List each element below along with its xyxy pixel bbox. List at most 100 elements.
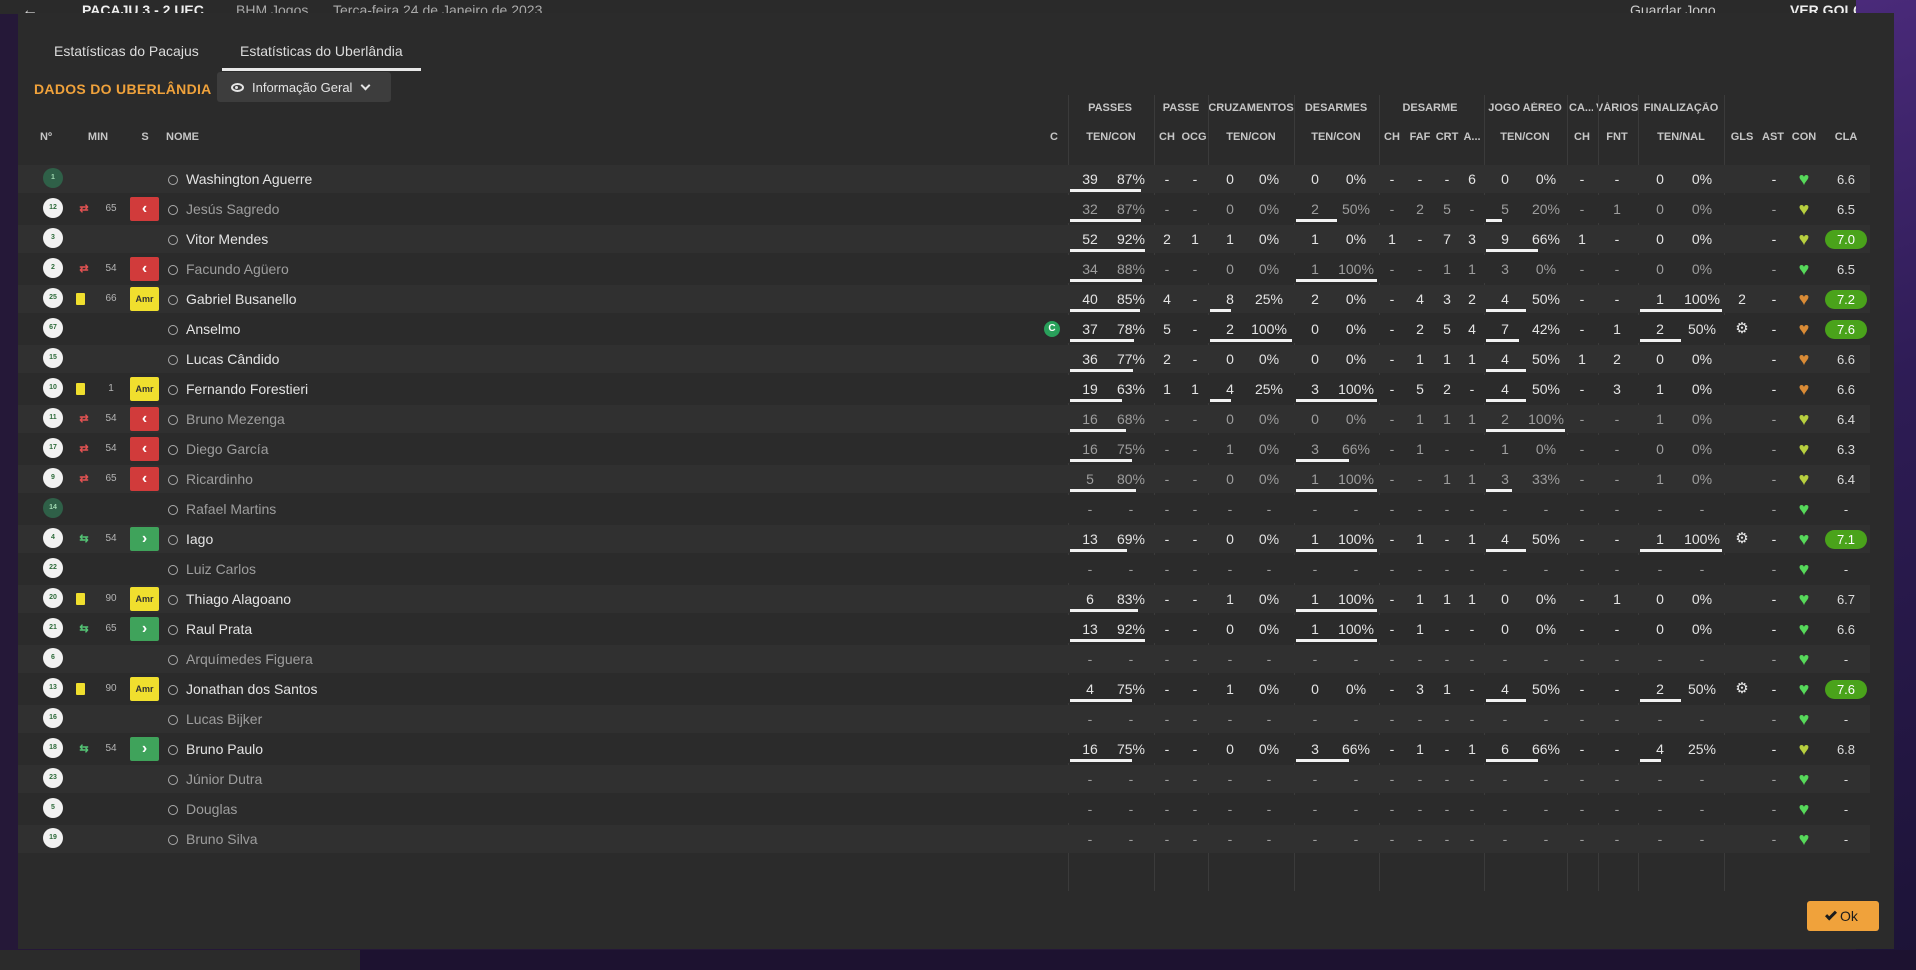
player-name[interactable]: Anselmo — [168, 315, 728, 343]
player-name[interactable]: Jonathan dos Santos — [168, 675, 728, 703]
yellow-card-badge[interactable]: Amr — [130, 587, 159, 611]
clearances: 2 — [1443, 381, 1451, 397]
sub-off-badge[interactable]: ‹ — [130, 467, 159, 491]
sub-on-badge[interactable]: › — [130, 617, 159, 641]
blocks: 1 — [1468, 411, 1476, 427]
player-name[interactable]: Lucas Cândido — [168, 345, 728, 373]
player-name[interactable]: Vitor Mendes — [168, 225, 728, 253]
assists: - — [1771, 561, 1777, 577]
table-row[interactable]: 19 Bruno Silva - - - - - - - - - - - - - - - - - - - ♥ - — [18, 825, 1870, 853]
player-name[interactable]: Rafael Martins — [168, 495, 728, 523]
column-header-con: CON — [1791, 131, 1817, 143]
table-row[interactable]: 13 90 Amr Jonathan dos Santos 4 75% - -1 0% 0 0% -3… — [18, 675, 1870, 703]
yellow-card-badge[interactable]: Amr — [130, 677, 159, 701]
player-name[interactable]: Gabriel Busanello — [168, 285, 728, 313]
player-name-text: Bruno Paulo — [186, 741, 264, 757]
completion-bar — [1070, 459, 1132, 462]
table-row[interactable]: 23 Júnior Dutra - - - - - - - - - - - - - - - - - - - ♥ - — [18, 765, 1870, 793]
passes-completed-pct: - — [1128, 831, 1134, 847]
table-row[interactable]: 5 Douglas - - - - - - - - - - - - - - - - - - - ♥ - — [18, 795, 1870, 823]
tab-label: Estatísticas do Uberlândia — [240, 43, 403, 59]
ca-stat: - — [1579, 411, 1585, 427]
table-row[interactable]: 11 ⇄ 54 ‹ Bruno Mezenga 16 68% - -0 0% 0 0% -1 1 1 2 100… — [18, 405, 1870, 433]
shirt-icon: 6 — [43, 648, 63, 668]
sub-on-badge[interactable]: › — [130, 527, 159, 551]
player-name[interactable]: Bruno Paulo — [168, 735, 728, 763]
crosses-attempted: 0 — [1226, 471, 1234, 487]
tab-pacajus-stats[interactable]: Estatísticas do Pacajus — [54, 43, 199, 71]
table-row[interactable]: 4 ⇆ 54 › Iago 13 69% - -0 0% 1 100% -1-1 4 50% - -1 100% ⚙… — [18, 525, 1870, 553]
minutes: 54 — [105, 263, 117, 274]
player-name[interactable]: Diego García — [168, 435, 728, 463]
player-name[interactable]: Ricardinho — [168, 465, 728, 493]
headers-won-pct: 50% — [1531, 531, 1561, 547]
crosses-attempted: 0 — [1226, 351, 1234, 367]
sub-off-badge[interactable]: ‹ — [130, 257, 159, 281]
ca-stat: 1 — [1578, 351, 1586, 367]
player-name[interactable]: Jesús Sagredo — [168, 195, 728, 223]
table-row[interactable]: 17 ⇄ 54 ‹ Diego García 16 75% - -1 0% 3 66% -1- -1 0% -… — [18, 435, 1870, 463]
headers-won-pct: 50% — [1531, 381, 1561, 397]
shots-on-target-pct: - — [1699, 561, 1705, 577]
player-name[interactable]: Raul Prata — [168, 615, 728, 643]
player-name[interactable]: Lucas Bijker — [168, 705, 728, 733]
blocks: 1 — [1468, 531, 1476, 547]
player-name[interactable]: Arquímedes Figuera — [168, 645, 728, 673]
table-row[interactable]: 22 Luiz Carlos - - - - - - - - - - - - - - - - - - - ♥ - — [18, 555, 1870, 583]
completion-bar — [1210, 309, 1231, 312]
interceptions: - — [1389, 681, 1395, 697]
table-row[interactable]: 6 Arquímedes Figuera - - - - - - - - - - - - - - - - - - - ♥ - — [18, 645, 1870, 673]
player-profile-icon — [168, 805, 178, 815]
player-name[interactable]: Júnior Dutra — [168, 765, 728, 793]
key-passes: - — [1164, 771, 1170, 787]
sub-off-badge[interactable]: ‹ — [130, 407, 159, 431]
ok-button[interactable]: Ok — [1807, 901, 1879, 931]
player-name[interactable]: Facundo Agüero — [168, 255, 728, 283]
player-name-text: Bruno Silva — [186, 831, 258, 847]
completion-bar — [1296, 399, 1377, 402]
table-row[interactable]: 3 Vitor Mendes 52 92% 2 1 1 0% 1 0% 1-7 3 9 66% 1-0 0% -… — [18, 225, 1870, 253]
player-name[interactable]: Fernando Forestieri — [168, 375, 728, 403]
tackles-won-pct: 0% — [1345, 351, 1367, 367]
table-row[interactable]: 21 ⇆ 65 › Raul Prata 13 92% - -0 0% 1 100% -1- -0 0% - -… — [18, 615, 1870, 643]
table-row[interactable]: 2 ⇄ 54 ‹ Facundo Agüero 34 88% - -0 0% 1 100% - -1 1 3 0… — [18, 255, 1870, 283]
sub-off-badge[interactable]: ‹ — [130, 197, 159, 221]
blocks: - — [1469, 681, 1475, 697]
tab-uberlandia-stats[interactable]: Estatísticas do Uberlândia — [222, 43, 421, 71]
table-row[interactable]: 20 90 Amr Thiago Alagoano 6 83% - -1 0% 1 100% -1 1 1… — [18, 585, 1870, 613]
completion-bar — [1070, 699, 1132, 702]
player-name[interactable]: Washington Aguerre — [168, 165, 728, 193]
yellow-card-badge[interactable]: Amr — [130, 287, 159, 311]
completion-bar — [1640, 549, 1722, 552]
player-name[interactable]: Bruno Silva — [168, 825, 728, 853]
column-header-s: S — [141, 131, 149, 143]
yellow-card-badge[interactable]: Amr — [130, 377, 159, 401]
player-name[interactable]: Thiago Alagoano — [168, 585, 728, 613]
shots: - — [1657, 831, 1663, 847]
condition-heart-icon: ♥ — [1798, 739, 1810, 759]
condition-heart-icon: ♥ — [1798, 559, 1810, 579]
completion-bar — [1486, 699, 1526, 702]
table-row[interactable]: 15 Lucas Cândido 36 77% 2-0 0% 0 0% -1 1 1 4 50% 1 2 0 0… — [18, 345, 1870, 373]
player-name[interactable]: Iago — [168, 525, 728, 553]
table-row[interactable]: 12 ⇄ 65 ‹ Jesús Sagredo 32 87% - -0 0% 2 50% -2 5-5 20… — [18, 195, 1870, 223]
table-row[interactable]: 1 Washington Aguerre 39 87% - -0 0% 0 0% - - -6 0 0% -… — [18, 165, 1870, 193]
player-rating: - — [1843, 802, 1849, 817]
table-row[interactable]: 10 1 Amr Fernando Forestieri 19 63% 1 1 4 25% 3 100… — [18, 375, 1870, 403]
blocks: - — [1469, 201, 1475, 217]
player-rating: 7.1 — [1825, 530, 1867, 549]
sub-off-badge[interactable]: ‹ — [130, 437, 159, 461]
table-row[interactable]: 18 ⇆ 54 › Bruno Paulo 16 75% - -0 0% 3 66% -1-1 6 66% -… — [18, 735, 1870, 763]
player-name[interactable]: Bruno Mezenga — [168, 405, 728, 433]
table-row[interactable]: 67 Anselmo C 37 78% 5-2 100% 0 0% -2 5 4 7 42% -1 2 50% ⚙… — [18, 315, 1870, 343]
table-row[interactable]: 14 Rafael Martins - - - - - - - - - - - - - - - - - - - ♥ - — [18, 495, 1870, 523]
player-rating: 7.2 — [1825, 290, 1867, 309]
table-row[interactable]: 25 66 Amr Gabriel Busanello 40 85% 4-8 25% 2 0% -4… — [18, 285, 1870, 313]
view-select[interactable]: Informação Geral — [217, 72, 391, 102]
table-row[interactable]: 9 ⇄ 65 ‹ Ricardinho 5 80% - -0 0% 1 100% - -1 1 3 33% - -1… — [18, 465, 1870, 493]
completion-bar — [1486, 759, 1538, 762]
player-name[interactable]: Luiz Carlos — [168, 555, 728, 583]
sub-on-badge[interactable]: › — [130, 737, 159, 761]
player-name[interactable]: Douglas — [168, 795, 728, 823]
table-row[interactable]: 16 Lucas Bijker - - - - - - - - - - - - - - - - - - - ♥ - — [18, 705, 1870, 733]
